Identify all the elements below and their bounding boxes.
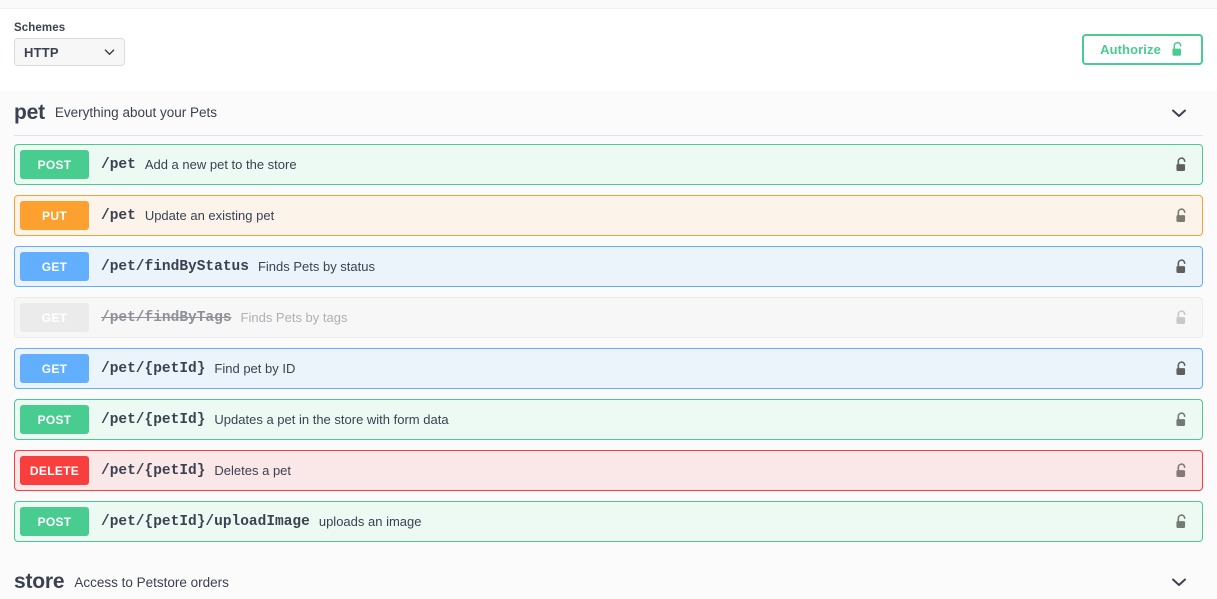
chevron-down-icon[interactable] xyxy=(1169,572,1189,592)
authorize-button-label: Authorize xyxy=(1100,42,1161,57)
operation-path: /pet xyxy=(101,157,136,173)
tag-section-pet: pet Everything about your Pets POST /pet… xyxy=(0,90,1217,559)
operation-summary: Finds Pets by status xyxy=(258,259,375,274)
schemes-label: Schemes xyxy=(14,22,125,34)
unlock-icon[interactable] xyxy=(1174,258,1189,275)
operation-summary: Find pet by ID xyxy=(214,361,295,376)
tag-description: Everything about your Pets xyxy=(55,105,217,120)
unlock-icon xyxy=(1170,41,1185,58)
tag-section-store: store Access to Petstore orders xyxy=(0,559,1217,599)
unlock-icon[interactable] xyxy=(1174,513,1189,530)
operation-path: /pet/findByTags xyxy=(101,310,232,326)
schemes-select[interactable]: HTTP xyxy=(14,38,125,66)
chevron-down-icon[interactable] xyxy=(1169,103,1189,123)
tag-header-pet[interactable]: pet Everything about your Pets xyxy=(14,90,1203,136)
schemes-selected-value: HTTP xyxy=(24,45,59,60)
operation-row[interactable]: POST /pet Add a new pet to the store xyxy=(14,144,1203,185)
operation-path: /pet/{petId} xyxy=(101,361,205,377)
method-badge: GET xyxy=(20,303,89,332)
operation-path: /pet/{petId} xyxy=(101,412,205,428)
method-badge: POST xyxy=(20,150,89,179)
operation-summary: Add a new pet to the store xyxy=(145,157,297,172)
method-badge: GET xyxy=(20,252,89,281)
unlock-icon[interactable] xyxy=(1174,360,1189,377)
operation-row[interactable]: POST /pet/{petId} Updates a pet in the s… xyxy=(14,399,1203,440)
operation-row[interactable]: PUT /pet Update an existing pet xyxy=(14,195,1203,236)
tag-header-store[interactable]: store Access to Petstore orders xyxy=(14,559,1203,599)
operation-summary: Updates a pet in the store with form dat… xyxy=(214,412,448,427)
unlock-icon[interactable] xyxy=(1174,462,1189,479)
unlock-icon[interactable] xyxy=(1174,207,1189,224)
operation-path: /pet/{petId}/uploadImage xyxy=(101,514,310,530)
tag-description: Access to Petstore orders xyxy=(74,575,229,590)
operation-row[interactable]: GET /pet/findByStatus Finds Pets by stat… xyxy=(14,246,1203,287)
top-band xyxy=(0,0,1217,9)
method-badge: POST xyxy=(20,405,89,434)
swagger-ui-page: Schemes HTTP Authorize pet xyxy=(0,0,1217,599)
unlock-icon[interactable] xyxy=(1174,411,1189,428)
operation-path: /pet xyxy=(101,208,136,224)
operation-row[interactable]: POST /pet/{petId}/uploadImage uploads an… xyxy=(14,501,1203,542)
unlock-icon[interactable] xyxy=(1174,156,1189,173)
method-badge: DELETE xyxy=(20,456,89,485)
operation-path: /pet/findByStatus xyxy=(101,259,249,275)
operation-row[interactable]: GET /pet/{petId} Find pet by ID xyxy=(14,348,1203,389)
operation-row[interactable]: DELETE /pet/{petId} Deletes a pet xyxy=(14,450,1203,491)
tag-name: store xyxy=(14,570,64,594)
method-badge: PUT xyxy=(20,201,89,230)
method-badge: GET xyxy=(20,354,89,383)
chevron-down-icon xyxy=(104,47,115,58)
operations-list-pet: POST /pet Add a new pet to the store PUT… xyxy=(0,136,1217,542)
operation-summary: Update an existing pet xyxy=(145,208,274,223)
schemes-block: Schemes HTTP xyxy=(14,22,125,66)
operation-row-deprecated[interactable]: GET /pet/findByTags Finds Pets by tags xyxy=(14,297,1203,338)
unlock-icon[interactable] xyxy=(1174,309,1189,326)
auth-wrapper: Schemes HTTP Authorize xyxy=(0,9,1217,90)
operation-path: /pet/{petId} xyxy=(101,463,205,479)
authorize-button[interactable]: Authorize xyxy=(1082,34,1203,65)
operation-summary: Finds Pets by tags xyxy=(241,310,348,325)
operation-summary: uploads an image xyxy=(319,514,422,529)
method-badge: POST xyxy=(20,507,89,536)
tag-name: pet xyxy=(14,101,45,125)
operation-summary: Deletes a pet xyxy=(214,463,291,478)
